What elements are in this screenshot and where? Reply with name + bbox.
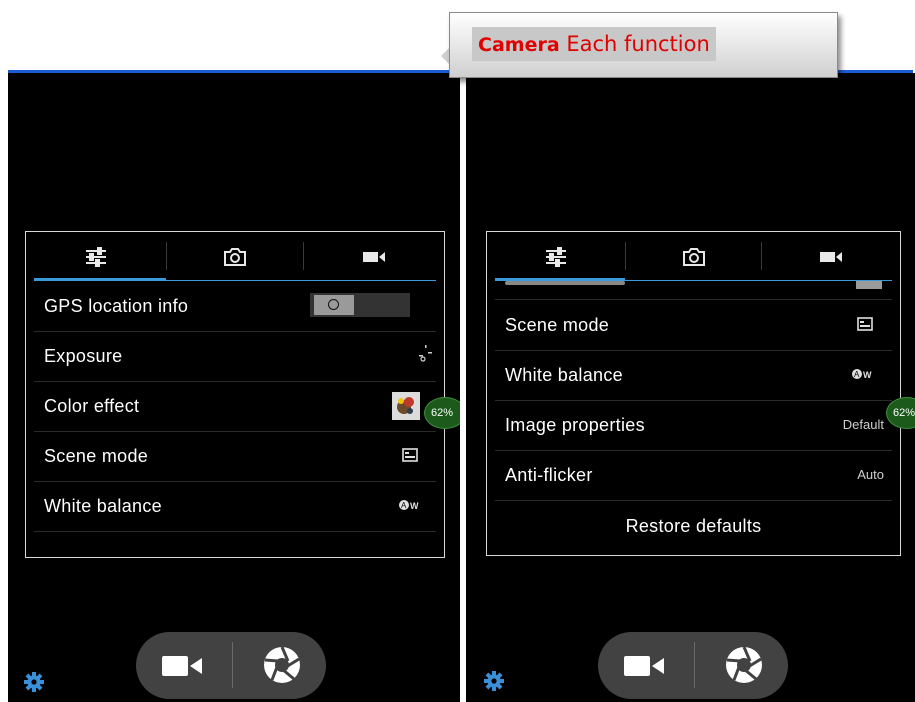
setting-label: Scene mode <box>44 446 149 466</box>
toggle-knob <box>314 295 354 315</box>
settings-panel-left: GPS location info Exposure Color effect … <box>25 231 445 558</box>
setting-value: Auto <box>857 467 884 482</box>
setting-row-scene-mode[interactable]: Scene mode <box>34 431 436 482</box>
setting-label: Color effect <box>44 396 140 416</box>
sliders-icon <box>546 247 566 267</box>
gps-toggle[interactable] <box>310 293 410 317</box>
tab-video-settings[interactable] <box>304 240 444 274</box>
clipped-row-thumbnail <box>856 281 882 289</box>
video-camera-icon[interactable] <box>162 654 204 678</box>
svg-text:A: A <box>854 370 860 379</box>
setting-row-gps[interactable]: GPS location info <box>34 281 436 332</box>
clipped-row-label <box>505 281 625 285</box>
camera-icon <box>224 248 246 266</box>
svg-text:W: W <box>410 501 419 511</box>
setting-row-scene-mode[interactable]: Scene mode <box>495 300 892 351</box>
callout-title: Camera Each function <box>472 27 716 61</box>
setting-row-white-balance[interactable]: White balance A W <box>34 481 436 532</box>
exposure-icon <box>419 345 432 362</box>
setting-label: Exposure <box>44 346 123 366</box>
callout-title-rest: Each function <box>566 32 710 56</box>
video-camera-icon <box>363 252 385 262</box>
camera-screen-right: Scene mode White balance A W Image prope… <box>466 73 915 702</box>
gear-icon[interactable] <box>483 670 505 692</box>
video-camera-icon[interactable] <box>624 654 666 678</box>
zoom-badge: 62% <box>424 397 460 429</box>
setting-row-image-properties[interactable]: Image properties Default <box>495 400 892 451</box>
setting-row-white-balance[interactable]: White balance A W <box>495 350 892 401</box>
scene-mode-icon <box>402 448 418 462</box>
setting-row-color-effect[interactable]: Color effect <box>34 381 436 432</box>
settings-panel-right: Scene mode White balance A W Image prope… <box>486 231 901 556</box>
color-effect-thumbnail-icon <box>392 392 420 420</box>
setting-row-scrolled-off <box>495 281 892 300</box>
tab-video-settings[interactable] <box>762 240 900 274</box>
sliders-icon <box>86 247 106 267</box>
shutter-icon[interactable] <box>724 645 764 685</box>
svg-text:A: A <box>401 501 407 510</box>
scene-mode-icon <box>857 317 873 331</box>
setting-label: Scene mode <box>505 315 610 335</box>
auto-white-balance-icon: A W <box>852 369 872 380</box>
camera-icon <box>682 248 705 266</box>
setting-row-anti-flicker[interactable]: Anti-flicker Auto <box>495 450 892 501</box>
callout-box: Camera Each function <box>449 12 838 78</box>
camera-screen-left: GPS location info Exposure Color effect … <box>8 73 460 702</box>
auto-white-balance-icon: A W <box>399 500 419 511</box>
settings-tabs <box>487 232 900 281</box>
callout-title-bold: Camera <box>478 34 560 56</box>
control-divider <box>694 642 695 688</box>
setting-label: White balance <box>505 365 623 385</box>
tab-general-settings[interactable] <box>487 240 625 274</box>
tab-general-settings[interactable] <box>26 240 166 274</box>
setting-value: Default <box>842 417 884 432</box>
tab-photo-settings[interactable] <box>167 240 303 274</box>
shutter-icon[interactable] <box>262 645 302 685</box>
setting-label: White balance <box>44 496 162 516</box>
tab-photo-settings[interactable] <box>626 240 761 274</box>
setting-label: GPS location info <box>44 296 189 316</box>
setting-label: Anti-flicker <box>505 465 593 485</box>
svg-text:W: W <box>863 370 872 380</box>
gear-icon[interactable] <box>23 671 45 693</box>
setting-row-exposure[interactable]: Exposure <box>34 331 436 382</box>
video-camera-icon <box>820 252 842 262</box>
restore-defaults-button[interactable]: Restore defaults <box>495 501 892 551</box>
control-divider <box>232 642 233 688</box>
capture-control-bar <box>136 632 326 699</box>
capture-control-bar <box>598 632 788 699</box>
setting-label: Image properties <box>505 415 645 435</box>
settings-tabs <box>26 232 444 281</box>
